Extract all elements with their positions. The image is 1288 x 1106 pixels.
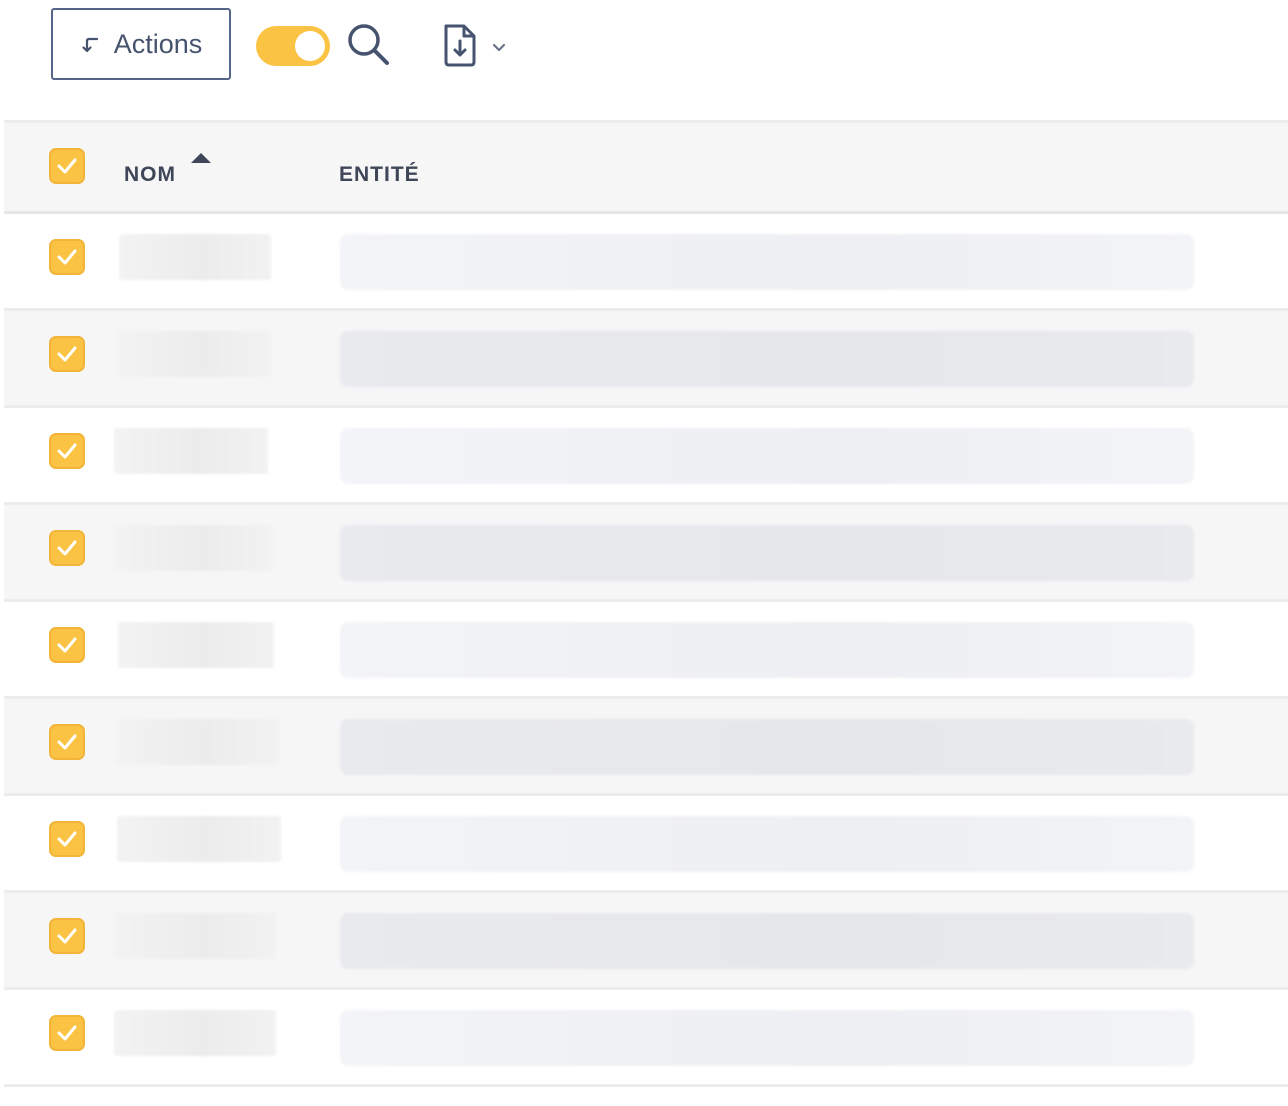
export-button[interactable] <box>438 20 518 70</box>
entity-placeholder <box>340 816 1194 872</box>
name-placeholder <box>117 816 281 862</box>
table-row[interactable] <box>4 699 1288 796</box>
row-checkbox[interactable] <box>49 724 85 760</box>
column-header-nom[interactable]: NOM <box>124 163 176 187</box>
column-header-entite[interactable]: ENTITÉ <box>339 163 420 187</box>
checkmark-icon <box>57 1025 77 1041</box>
entity-placeholder <box>340 1010 1194 1066</box>
actions-button[interactable]: Actions <box>51 8 231 80</box>
checkmark-icon <box>57 443 77 459</box>
toolbar: Actions <box>0 0 1288 120</box>
row-checkbox[interactable] <box>49 433 85 469</box>
entity-placeholder <box>340 913 1194 969</box>
checkmark-icon <box>57 637 77 653</box>
select-all-checkbox[interactable] <box>49 148 85 184</box>
entity-placeholder <box>340 719 1194 775</box>
entity-placeholder <box>340 234 1194 290</box>
search-icon[interactable] <box>344 20 392 68</box>
table-row[interactable] <box>4 505 1288 602</box>
entity-placeholder <box>340 331 1194 387</box>
table-header: NOM ENTITÉ <box>4 120 1288 214</box>
table-row[interactable] <box>4 311 1288 408</box>
chevron-down-icon <box>492 43 506 52</box>
row-checkbox[interactable] <box>49 239 85 275</box>
name-placeholder <box>114 1010 276 1056</box>
data-table: NOM ENTITÉ <box>4 120 1288 1087</box>
sort-ascending-icon[interactable] <box>191 153 211 163</box>
row-checkbox[interactable] <box>49 821 85 857</box>
checkmark-icon <box>57 346 77 362</box>
checkmark-icon <box>57 249 77 265</box>
checkmark-icon <box>57 158 77 174</box>
name-placeholder <box>118 622 274 668</box>
row-checkbox[interactable] <box>49 627 85 663</box>
table-row[interactable] <box>4 214 1288 311</box>
entity-placeholder <box>340 428 1194 484</box>
name-placeholder <box>118 331 270 377</box>
table-row[interactable] <box>4 796 1288 893</box>
actions-label: Actions <box>113 28 203 59</box>
row-checkbox[interactable] <box>49 336 85 372</box>
checkmark-icon <box>57 831 77 847</box>
row-checkbox[interactable] <box>49 918 85 954</box>
toggle-knob <box>295 31 325 61</box>
name-placeholder <box>114 525 272 571</box>
view-toggle[interactable] <box>256 26 330 66</box>
entity-placeholder <box>340 622 1194 678</box>
table-row[interactable] <box>4 990 1288 1087</box>
name-placeholder <box>119 234 271 280</box>
checkmark-icon <box>57 734 77 750</box>
checkmark-icon <box>57 928 77 944</box>
table-row[interactable] <box>4 602 1288 699</box>
table-row[interactable] <box>4 408 1288 505</box>
name-placeholder <box>114 428 268 474</box>
name-placeholder <box>116 719 278 765</box>
row-checkbox[interactable] <box>49 530 85 566</box>
table-row[interactable] <box>4 893 1288 990</box>
row-checkbox[interactable] <box>49 1015 85 1051</box>
return-arrow-icon <box>82 37 98 53</box>
file-download-icon <box>444 24 476 67</box>
name-placeholder <box>114 913 276 959</box>
entity-placeholder <box>340 525 1194 581</box>
checkmark-icon <box>57 540 77 556</box>
